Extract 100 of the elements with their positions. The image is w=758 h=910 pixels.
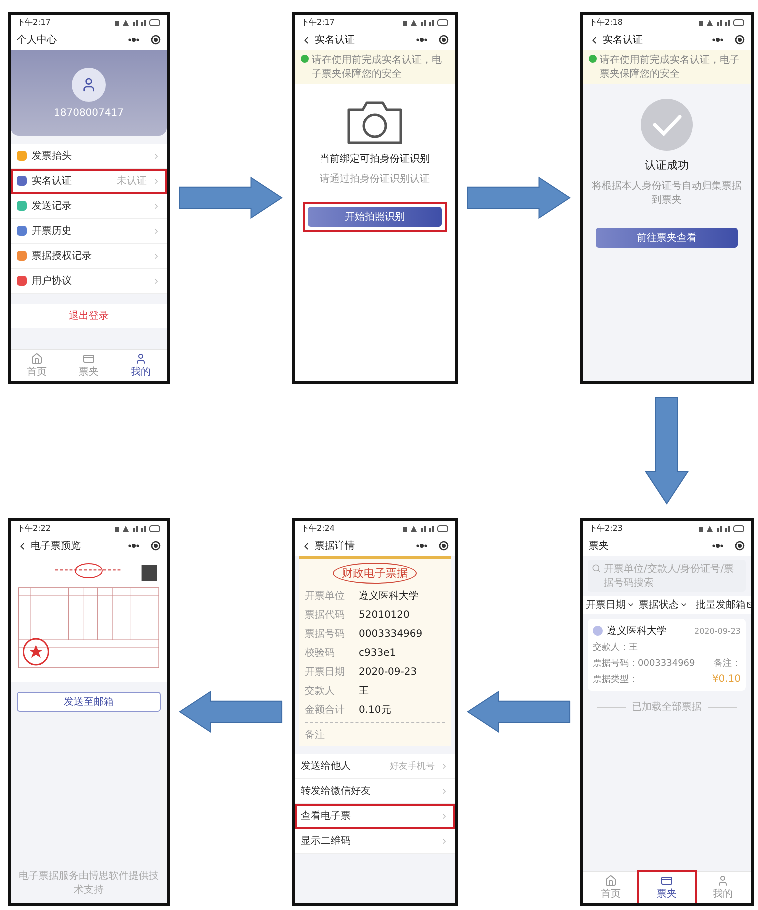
more-icon[interactable] bbox=[712, 37, 724, 43]
filter-dropdown[interactable]: 票据状态 bbox=[639, 598, 688, 612]
field-value: 52010120 bbox=[359, 610, 410, 620]
tab-item[interactable]: 票夹 bbox=[639, 872, 695, 903]
batch-email-button[interactable]: 批量发邮箱 bbox=[696, 598, 751, 612]
status-icons bbox=[699, 524, 745, 532]
action-item[interactable]: 查看电子票 bbox=[295, 804, 455, 829]
menu-item[interactable]: 实名认证 未认证 bbox=[11, 169, 167, 194]
menu-item[interactable]: 发票抬头 bbox=[11, 144, 167, 169]
shield-icon bbox=[301, 55, 309, 63]
end-note: 已加载全部票据 bbox=[632, 700, 702, 714]
page-title: 实名认证 bbox=[603, 34, 644, 47]
search-icon bbox=[592, 564, 601, 573]
remark-label: 备注 bbox=[305, 728, 326, 742]
arrow-down-icon bbox=[645, 396, 689, 506]
page-title: 电子票预览 bbox=[31, 540, 82, 553]
number-text: 票据号码：0003334969 bbox=[593, 658, 696, 670]
field-label: 开票日期 bbox=[305, 666, 346, 679]
receipt-date: 2020-09-23 bbox=[694, 626, 741, 636]
person-icon bbox=[135, 353, 147, 365]
status-icons bbox=[403, 524, 449, 532]
close-target-icon[interactable] bbox=[439, 35, 449, 45]
menu-item[interactable]: 用户协议 bbox=[11, 269, 167, 294]
page-title: 票夹 bbox=[589, 540, 610, 553]
field-label: 开票单位 bbox=[305, 590, 346, 603]
page-title: 个人中心 bbox=[17, 34, 58, 47]
more-icon[interactable] bbox=[128, 37, 140, 43]
footer-text: 电子票据服务由博思软件提供技术支持 bbox=[18, 870, 160, 898]
person-icon bbox=[717, 875, 729, 887]
page-title: 票据详情 bbox=[315, 540, 356, 553]
chevron-right-icon bbox=[152, 276, 161, 286]
arrow-right-icon bbox=[178, 176, 284, 220]
remark-text: 备注： bbox=[714, 658, 741, 670]
status-icons bbox=[699, 18, 745, 26]
chevron-right-icon bbox=[440, 762, 449, 770]
field-label: 票据号码 bbox=[305, 628, 346, 641]
view-wallet-button[interactable]: 前往票夹查看 bbox=[596, 228, 738, 248]
field-value: 2020-09-23 bbox=[359, 666, 418, 678]
field-label: 交款人 bbox=[305, 684, 336, 698]
card-icon bbox=[83, 353, 95, 365]
home-icon bbox=[31, 353, 43, 365]
arrow-left-icon bbox=[178, 690, 284, 734]
logout-button[interactable]: 退出登录 bbox=[11, 304, 167, 328]
caret-icon bbox=[680, 601, 688, 609]
card-icon bbox=[661, 875, 673, 887]
payer-text: 交款人：王 bbox=[593, 642, 639, 654]
filter-dropdown[interactable]: 开票日期 bbox=[586, 598, 635, 612]
action-item[interactable]: 发送给他人 好友手机号 bbox=[295, 754, 455, 779]
status-time: 下午2:22 bbox=[17, 523, 51, 534]
shield-icon bbox=[589, 55, 597, 63]
tab-item[interactable]: 我的 bbox=[115, 350, 167, 381]
status-time: 下午2:23 bbox=[589, 523, 623, 534]
action-item[interactable]: 显示二维码 bbox=[295, 829, 455, 854]
chevron-right-icon bbox=[440, 836, 449, 846]
close-target-icon[interactable] bbox=[439, 541, 449, 551]
amount-text: ¥0.10 bbox=[712, 674, 741, 685]
field-value: c933e1 bbox=[359, 648, 396, 658]
more-icon[interactable] bbox=[712, 543, 724, 549]
status-time: 下午2:17 bbox=[301, 17, 335, 28]
more-icon[interactable] bbox=[128, 543, 140, 549]
notice-text: 请在使用前完成实名认证，电子票夹保障您的安全 bbox=[312, 54, 443, 81]
type-text: 票据类型： bbox=[593, 674, 638, 686]
send-email-button[interactable]: 发送至邮箱 bbox=[17, 692, 161, 712]
home-icon bbox=[605, 875, 617, 887]
camera-heading: 当前绑定可拍身份证识别 bbox=[320, 152, 430, 166]
chevron-right-icon bbox=[440, 786, 449, 796]
arrow-left-icon bbox=[466, 690, 572, 734]
receipt-title: 财政电子票据 bbox=[333, 563, 417, 584]
menu-item[interactable]: 票据授权记录 bbox=[11, 244, 167, 269]
close-target-icon[interactable] bbox=[735, 541, 745, 551]
chevron-right-icon bbox=[440, 812, 449, 820]
checkmark-icon bbox=[640, 98, 694, 152]
menu-item[interactable]: 开票历史 bbox=[11, 219, 167, 244]
field-label: 金额合计 bbox=[305, 704, 346, 717]
start-scan-button[interactable]: 开始拍照识别 bbox=[308, 207, 442, 227]
close-target-icon[interactable] bbox=[735, 35, 745, 45]
status-icons bbox=[403, 18, 449, 26]
field-value: 0003334969 bbox=[359, 628, 423, 640]
camera-subtitle: 请通过拍身份证识别认证 bbox=[320, 172, 430, 186]
close-target-icon[interactable] bbox=[151, 35, 161, 45]
status-time: 下午2:17 bbox=[17, 17, 51, 28]
close-target-icon[interactable] bbox=[151, 541, 161, 551]
more-icon[interactable] bbox=[416, 37, 428, 43]
arrow-right-icon bbox=[466, 176, 572, 220]
chevron-right-icon bbox=[152, 202, 161, 210]
menu-item[interactable]: 发送记录 bbox=[11, 194, 167, 219]
chevron-right-icon bbox=[152, 252, 161, 260]
field-value: 王 bbox=[359, 685, 369, 698]
chevron-right-icon bbox=[152, 176, 161, 186]
issuer-name: 遵义医科大学 bbox=[607, 624, 668, 638]
action-item[interactable]: 转发给微信好友 bbox=[295, 779, 455, 804]
person-icon bbox=[81, 76, 97, 92]
status-time: 下午2:24 bbox=[301, 523, 335, 534]
chevron-right-icon bbox=[152, 152, 161, 160]
caret-icon bbox=[627, 601, 635, 609]
notice-text: 请在使用前完成实名认证，电子票夹保障您的安全 bbox=[600, 54, 741, 81]
success-subtitle: 将根据本人身份证号自动归集票据到票夹 bbox=[591, 180, 743, 207]
more-icon[interactable] bbox=[416, 543, 428, 549]
issuer-icon bbox=[593, 626, 603, 636]
field-value: 遵义医科大学 bbox=[359, 590, 419, 603]
